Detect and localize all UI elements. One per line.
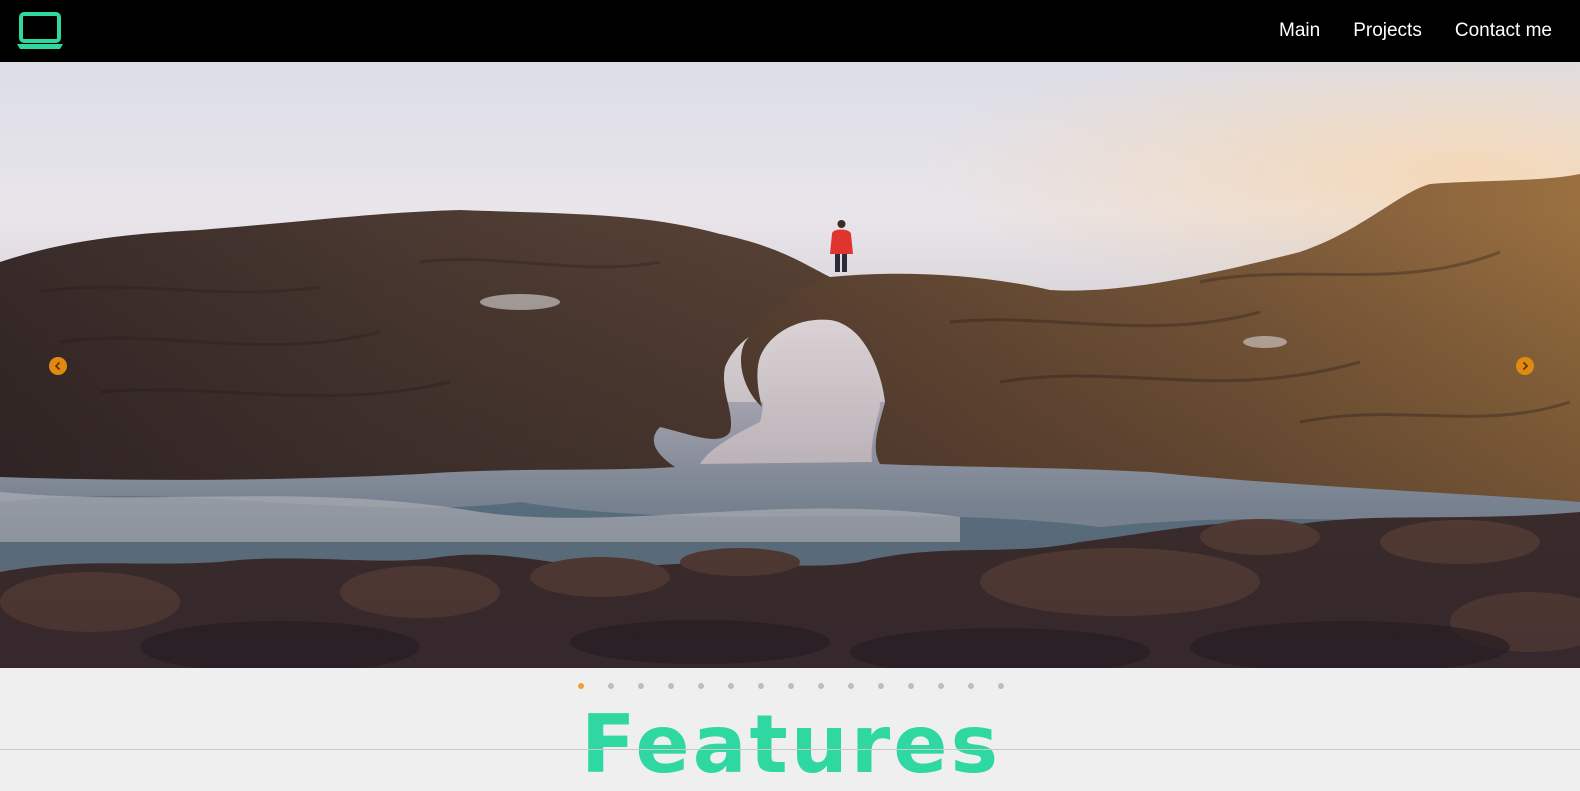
nav-link-contact[interactable]: Contact me [1455, 20, 1552, 42]
laptop-icon[interactable] [16, 11, 64, 51]
divider [0, 749, 1580, 750]
carousel-next-button[interactable] [1516, 357, 1534, 375]
chevron-left-icon [54, 361, 61, 371]
slide-image [0, 62, 1580, 668]
carousel-dot[interactable] [998, 683, 1004, 689]
hero-carousel [0, 62, 1580, 668]
carousel-dot[interactable] [578, 683, 584, 689]
carousel-dot[interactable] [668, 683, 674, 689]
carousel-dot[interactable] [968, 683, 974, 689]
carousel-dot[interactable] [788, 683, 794, 689]
nav-link-main[interactable]: Main [1279, 20, 1320, 42]
nav-links: Main Projects Contact me [1246, 20, 1552, 42]
carousel-dot[interactable] [608, 683, 614, 689]
carousel-dot[interactable] [758, 683, 764, 689]
features-heading: Features [580, 698, 1002, 791]
carousel-prev-button[interactable] [49, 357, 67, 375]
nav-link-projects[interactable]: Projects [1353, 20, 1422, 42]
carousel-dot[interactable] [848, 683, 854, 689]
chevron-right-icon [1522, 361, 1529, 371]
carousel-pagination [0, 683, 1580, 689]
carousel-dot[interactable] [908, 683, 914, 689]
carousel-dot[interactable] [818, 683, 824, 689]
carousel-dot[interactable] [728, 683, 734, 689]
carousel-dot[interactable] [938, 683, 944, 689]
carousel-dot[interactable] [698, 683, 704, 689]
carousel-dot[interactable] [878, 683, 884, 689]
navbar: Main Projects Contact me [0, 0, 1580, 62]
carousel-dot[interactable] [638, 683, 644, 689]
